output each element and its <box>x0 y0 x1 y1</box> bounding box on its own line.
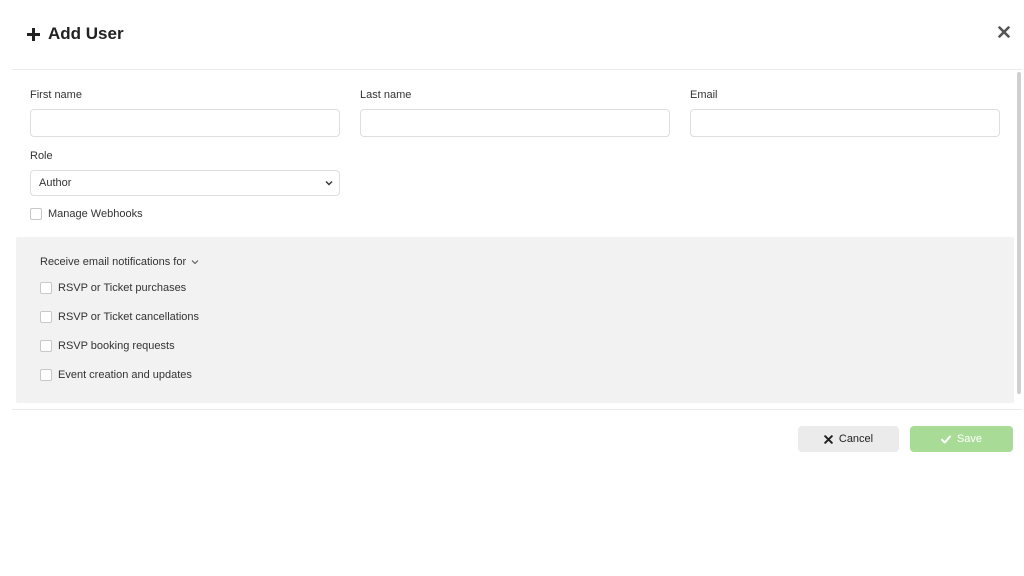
header-divider <box>12 69 1022 70</box>
notification-checkbox[interactable] <box>40 282 52 294</box>
save-button[interactable]: Save <box>910 426 1013 452</box>
notification-label: RSVP booking requests <box>58 340 175 352</box>
manage-webhooks-label: Manage Webhooks <box>48 208 143 220</box>
notification-item: RSVP or Ticket cancellations <box>40 311 199 323</box>
notification-checkbox[interactable] <box>40 369 52 381</box>
close-button[interactable] <box>996 24 1012 40</box>
email-label: Email <box>690 89 718 101</box>
notification-label: RSVP or Ticket cancellations <box>58 311 200 323</box>
notification-item: Event creation and updates <box>40 369 192 381</box>
plus-icon <box>27 27 40 41</box>
manage-webhooks-row: Manage Webhooks <box>30 208 143 220</box>
notification-checkbox[interactable] <box>40 340 52 352</box>
last-name-input[interactable] <box>360 109 670 137</box>
manage-webhooks-checkbox[interactable] <box>30 208 42 220</box>
first-name-input[interactable] <box>30 109 340 137</box>
close-icon <box>998 26 1010 38</box>
cancel-button-label: Cancel <box>838 433 874 445</box>
chevron-down-icon <box>325 181 333 186</box>
notification-label: Event creation and updates <box>58 369 192 381</box>
dialog-header: Add User <box>0 0 1024 70</box>
notification-checkbox[interactable] <box>40 311 52 323</box>
check-icon <box>940 435 951 443</box>
role-select[interactable]: Author <box>30 170 340 196</box>
scrollbar-thumb[interactable] <box>1017 72 1021 394</box>
role-select-value: Author <box>39 177 72 189</box>
cancel-button[interactable]: Cancel <box>798 426 899 452</box>
notifications-toggle[interactable]: Receive email notifications for <box>40 256 199 268</box>
notification-label: RSVP or Ticket purchases <box>58 282 187 294</box>
chevron-down-icon <box>191 260 199 265</box>
last-name-label: Last name <box>360 89 412 101</box>
notification-item: RSVP or Ticket purchases <box>40 282 186 294</box>
add-user-dialog: Add User First name Last name Email Role… <box>0 0 1024 576</box>
email-input[interactable] <box>690 109 1000 137</box>
footer-divider <box>12 409 1022 410</box>
x-icon <box>824 434 833 444</box>
notifications-title: Receive email notifications for <box>40 256 187 268</box>
save-button-label: Save <box>956 433 983 445</box>
dialog-title-text: Add User <box>48 24 124 43</box>
role-label: Role <box>30 150 53 162</box>
first-name-label: First name <box>30 89 82 101</box>
notification-item: RSVP booking requests <box>40 340 175 352</box>
dialog-title: Add User <box>27 24 124 44</box>
